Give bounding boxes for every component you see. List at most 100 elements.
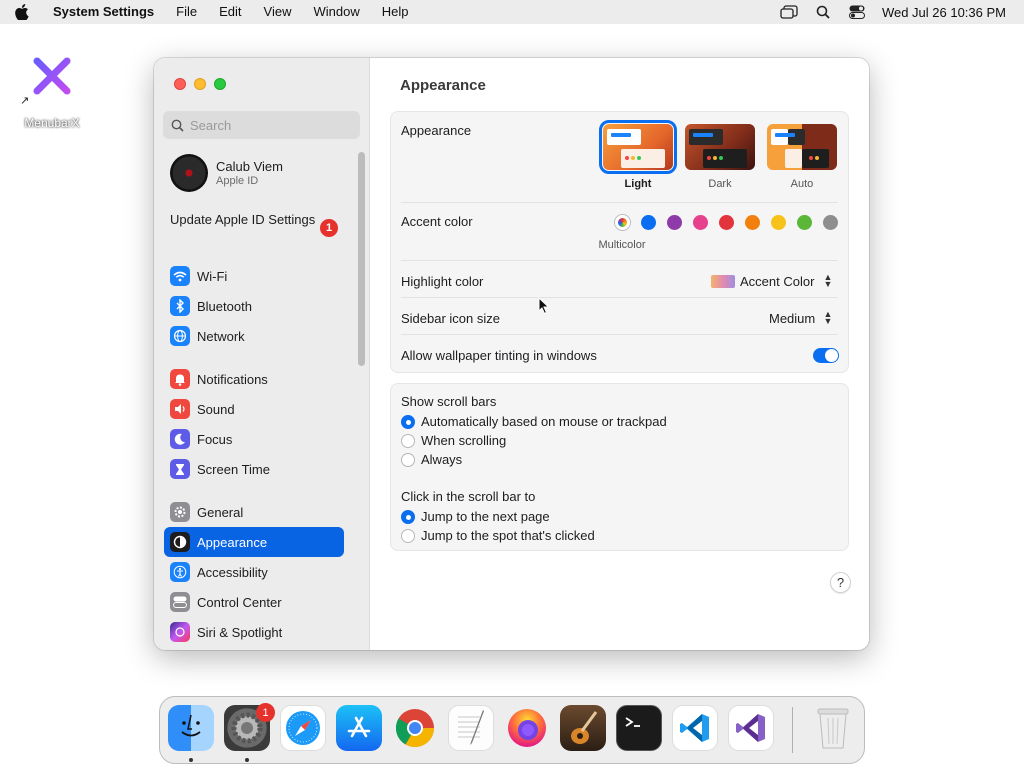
sidebar-scrollbar[interactable] bbox=[358, 152, 365, 366]
accent-red-swatch[interactable] bbox=[719, 215, 734, 230]
divider bbox=[401, 260, 838, 261]
profile-name: Calub Viem bbox=[216, 159, 283, 174]
accent-pink-swatch[interactable] bbox=[693, 215, 708, 230]
sidebar-item-label: Wi-Fi bbox=[197, 268, 228, 284]
alias-arrow-icon: ↗ bbox=[20, 95, 30, 107]
jump-to-spot-radio[interactable]: Jump to the spot that's clicked bbox=[401, 528, 595, 543]
appearance-light-option[interactable] bbox=[599, 120, 677, 174]
sidebar-item-appearance[interactable]: Appearance bbox=[164, 527, 344, 557]
help-button[interactable]: ? bbox=[830, 572, 851, 593]
appearance-dark-option[interactable] bbox=[685, 124, 755, 170]
dock-safari-icon[interactable] bbox=[280, 705, 326, 751]
control-center-icon[interactable] bbox=[840, 5, 874, 19]
dock-vscode-icon[interactable] bbox=[672, 705, 718, 751]
chevron-updown-icon[interactable]: ▲ ▼ bbox=[823, 310, 833, 326]
dock-visual-studio-icon[interactable] bbox=[728, 705, 774, 751]
search-icon bbox=[171, 119, 184, 132]
sidebar-item-notifications[interactable]: Notifications bbox=[164, 364, 344, 394]
update-apple-id-settings[interactable]: Update Apple ID Settings bbox=[170, 212, 340, 228]
show-scroll-bars-label: Show scroll bars bbox=[401, 394, 497, 409]
apple-menu-icon[interactable] bbox=[0, 4, 44, 20]
zoom-button[interactable] bbox=[214, 78, 226, 90]
sidebar: Search Calub Viem Apple ID Update Apple … bbox=[154, 58, 370, 650]
sidebar-item-bluetooth[interactable]: Bluetooth bbox=[164, 291, 344, 321]
sidebar-item-focus[interactable]: Focus bbox=[164, 424, 344, 454]
sidebar-item-accessibility[interactable]: Accessibility bbox=[164, 557, 344, 587]
accessibility-icon bbox=[170, 562, 190, 582]
hourglass-icon bbox=[170, 459, 190, 479]
sidebar-item-screen-time[interactable]: Screen Time bbox=[164, 454, 344, 484]
chevron-updown-icon[interactable]: ▲ ▼ bbox=[823, 273, 833, 289]
sidebar-item-general[interactable]: General bbox=[164, 497, 344, 527]
bluetooth-icon bbox=[170, 296, 190, 316]
running-indicator bbox=[189, 758, 193, 762]
sidebar-item-label: Focus bbox=[197, 431, 233, 447]
radio-label: Automatically based on mouse or trackpad bbox=[421, 414, 667, 429]
menubar-clock[interactable]: Wed Jul 26 10:36 PM bbox=[874, 5, 1024, 20]
sidebar-item-sound[interactable]: Sound bbox=[164, 394, 344, 424]
accent-graphite-swatch[interactable] bbox=[823, 215, 838, 230]
radio-button[interactable] bbox=[401, 509, 415, 524]
dock-app-store-icon[interactable] bbox=[336, 705, 382, 751]
menubarx-app-icon bbox=[28, 52, 76, 100]
accent-orange-swatch[interactable] bbox=[745, 215, 760, 230]
scroll-bars-auto-radio[interactable]: Automatically based on mouse or trackpad bbox=[401, 414, 667, 429]
sidebar-item-label: Accessibility bbox=[197, 564, 268, 580]
spotlight-search-icon[interactable] bbox=[806, 5, 840, 19]
menu-edit[interactable]: Edit bbox=[208, 0, 252, 24]
siri-icon bbox=[170, 622, 190, 642]
dock-finder-icon[interactable] bbox=[168, 705, 214, 751]
sidebar-item-label: Bluetooth bbox=[197, 298, 252, 314]
close-button[interactable] bbox=[174, 78, 186, 90]
radio-button[interactable] bbox=[401, 433, 415, 448]
dock-firefox-icon[interactable] bbox=[504, 705, 550, 751]
desktop-icon-menubarx[interactable]: ↗ MenubarX bbox=[18, 52, 86, 130]
radio-label: Jump to the next page bbox=[421, 509, 550, 524]
jump-next-page-radio[interactable]: Jump to the next page bbox=[401, 509, 550, 524]
notification-badge: 1 bbox=[320, 219, 338, 237]
dock-garageband-icon[interactable] bbox=[560, 705, 606, 751]
wallpaper-tinting-toggle[interactable] bbox=[813, 348, 839, 363]
sidebar-item-wifi[interactable]: Wi-Fi bbox=[164, 261, 344, 291]
sidebar-item-control-center[interactable]: Control Center bbox=[164, 587, 344, 617]
speaker-icon bbox=[170, 399, 190, 419]
menu-help[interactable]: Help bbox=[371, 0, 420, 24]
accent-purple-swatch[interactable] bbox=[667, 215, 682, 230]
radio-button[interactable] bbox=[401, 528, 415, 543]
apple-id-profile[interactable]: Calub Viem Apple ID bbox=[170, 154, 283, 192]
dock-trash-icon[interactable] bbox=[810, 705, 856, 751]
accent-yellow-swatch[interactable] bbox=[771, 215, 786, 230]
menu-file[interactable]: File bbox=[165, 0, 208, 24]
sidebar-icon-size-value[interactable]: Medium bbox=[769, 311, 815, 326]
menu-window[interactable]: Window bbox=[302, 0, 370, 24]
windows-icon[interactable] bbox=[772, 5, 806, 19]
appearance-label: Appearance bbox=[401, 123, 472, 138]
radio-button[interactable] bbox=[401, 452, 415, 467]
highlight-color-value[interactable]: Accent Color bbox=[740, 274, 814, 289]
scroll-bars-always-radio[interactable]: Always bbox=[401, 452, 462, 467]
divider bbox=[401, 334, 838, 335]
menu-view[interactable]: View bbox=[253, 0, 303, 24]
divider bbox=[401, 297, 838, 298]
appearance-auto-option[interactable] bbox=[767, 124, 837, 170]
minimize-button[interactable] bbox=[194, 78, 206, 90]
appearance-auto-label: Auto bbox=[790, 178, 814, 190]
radio-label: Always bbox=[421, 452, 463, 467]
radio-button[interactable] bbox=[401, 414, 415, 429]
page-title: Appearance bbox=[400, 77, 486, 94]
dock-terminal-icon[interactable] bbox=[616, 705, 662, 751]
sidebar-item-siri-spotlight[interactable]: Siri & Spotlight bbox=[164, 617, 344, 647]
sidebar-item-label: General bbox=[197, 504, 244, 520]
dock-textedit-icon[interactable] bbox=[448, 705, 494, 751]
desktop-icon-label: MenubarX bbox=[24, 116, 80, 130]
sidebar-item-network[interactable]: Network bbox=[164, 321, 344, 351]
wifi-icon bbox=[170, 266, 190, 286]
accent-multicolor-swatch[interactable] bbox=[615, 215, 630, 230]
app-menu[interactable]: System Settings bbox=[44, 0, 165, 24]
accent-color-label: Accent color bbox=[401, 214, 473, 229]
search-input[interactable]: Search bbox=[163, 111, 360, 139]
accent-green-swatch[interactable] bbox=[797, 215, 812, 230]
scroll-bars-when-scrolling-radio[interactable]: When scrolling bbox=[401, 433, 506, 448]
accent-blue-swatch[interactable] bbox=[641, 215, 656, 230]
dock-chrome-icon[interactable] bbox=[392, 705, 438, 751]
